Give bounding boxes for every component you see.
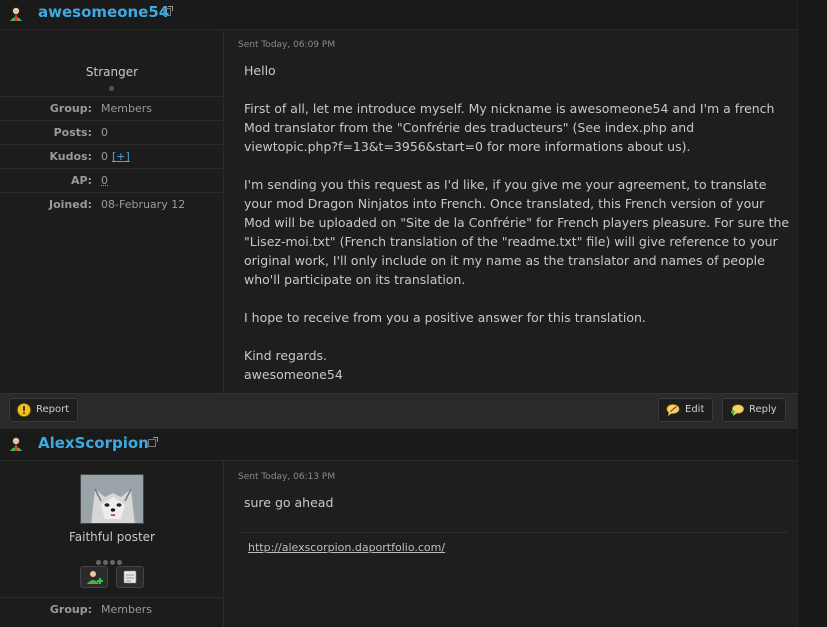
message-paragraph: I hope to receive from you a positive an… [244,310,646,325]
group-label: Group: [49,102,92,115]
member-rank: Stranger [85,65,139,79]
post-author-name[interactable]: AlexScorpion [38,434,149,452]
edit-label: Edit [685,404,705,415]
post-body: sure go ahead [244,493,792,512]
info-kudos: Kudos: 0 [+] [0,144,224,168]
edit-button[interactable]: Edit [658,398,714,422]
kudos-value-wrap: 0 [+] [101,150,130,163]
signature-link[interactable]: http://alexscorpion.daportfolio.com/ [248,541,445,554]
avatar [80,474,144,524]
posts-value: 0 [101,126,108,139]
group-value: Members [101,102,152,115]
edit-bubble-icon [666,404,680,416]
post-body: Hello First of all, let me introduce mys… [244,61,792,384]
message-paragraph: sure go ahead [244,495,334,510]
joined-value: 08-February 12 [101,198,186,211]
post-author-name[interactable]: awesomeone54 [38,3,169,21]
group-label: Group: [49,603,92,616]
message-paragraph: Hello [244,63,276,78]
post-timestamp: Sent Today, 06:09 PM [238,40,336,50]
post-timestamp: Sent Today, 06:13 PM [238,472,336,482]
reply-label: Reply [749,404,777,415]
info-ap: AP: 0 [0,168,224,192]
kudos-label: Kudos: [49,150,92,163]
posts-label: Posts: [53,126,92,139]
reply-bubble-icon [731,404,744,416]
message-paragraph: I'm sending you this request as I'd like… [244,177,790,287]
rank-pip [109,86,114,91]
add-kudos-link[interactable]: [+] [112,150,130,163]
add-friend-button[interactable] [80,566,108,588]
post-header: awesomeone54 [0,0,797,30]
external-link-icon[interactable] [163,6,173,16]
member-rank: Faithful poster [68,530,155,544]
post-actions-bar: Report Edit Reply [0,393,797,429]
info-group: Group: Members [0,597,224,621]
page-gutter [797,0,827,627]
info-joined: Joined: 08-February 12 [0,192,224,216]
info-group: Group: Members [0,96,224,120]
warning-icon [17,403,31,417]
rank-pips [96,550,128,565]
info-posts: Posts: 0 [0,120,224,144]
user-icon [10,437,22,451]
user-icon [10,7,22,21]
report-label: Report [36,404,70,415]
external-link-icon[interactable] [148,437,158,447]
message-paragraph: awesomeone54 [244,367,343,382]
post-header: AlexScorpion [0,429,797,461]
send-message-button[interactable] [116,566,144,588]
message-paragraph: Kind regards. [244,348,327,363]
add-friend-icon [87,571,103,584]
send-message-icon [123,570,137,584]
signature-divider [238,532,788,533]
joined-label: Joined: [49,198,92,211]
ap-label: AP: [71,174,92,187]
kudos-value: 0 [101,150,108,163]
report-button[interactable]: Report [9,398,79,422]
ap-value[interactable]: 0 [101,174,108,187]
forum-page: awesomeone54 Stranger Group: Members Pos… [0,0,797,627]
reply-button[interactable]: Reply [722,398,786,422]
wolf-avatar-image [81,475,143,523]
message-paragraph: First of all, let me introduce myself. M… [244,101,775,154]
group-value: Members [101,603,152,616]
